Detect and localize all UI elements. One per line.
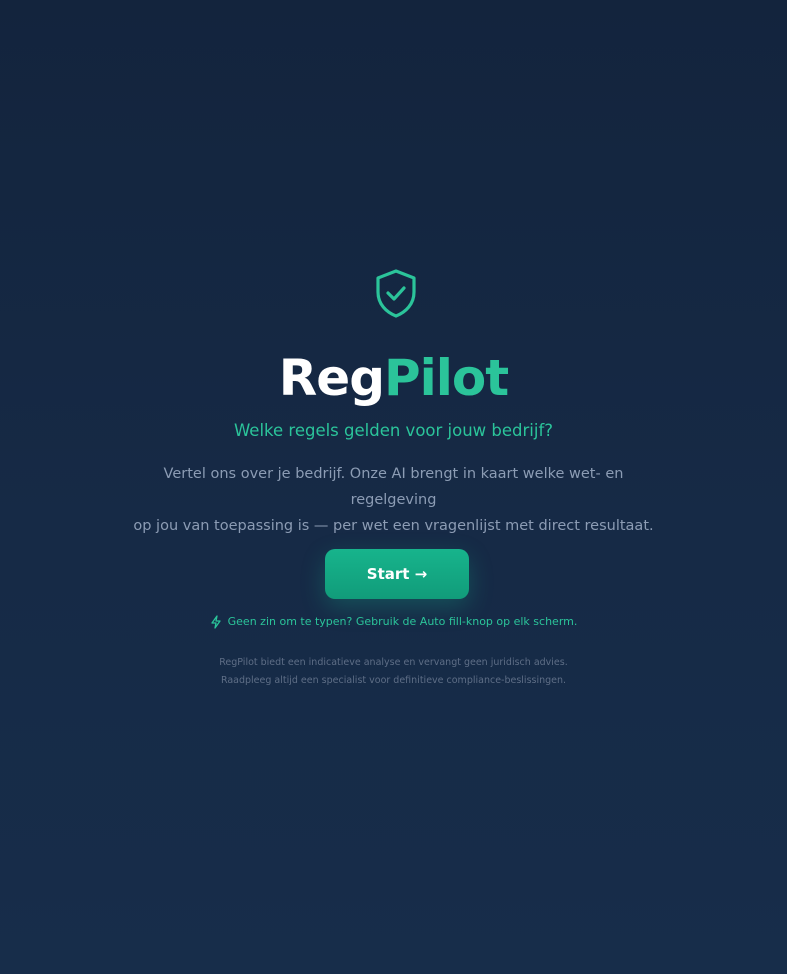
disclaimer: RegPilot biedt een indicatieve analyse e… bbox=[0, 654, 787, 690]
description-line-1: Vertel ons over je bedrijf. Onze AI bren… bbox=[163, 466, 624, 508]
tagline: Welke regels gelden voor jouw bedrijf? bbox=[233, 421, 554, 440]
autofill-hint: Geen zin om te typen? Gebruik de Auto fi… bbox=[0, 613, 787, 631]
brand-name-part2: Pilot bbox=[384, 349, 509, 407]
description: Vertel ons over je bedrijf. Onze AI bren… bbox=[128, 461, 659, 539]
disclaimer-line-2: Raadpleeg altijd een specialist voor def… bbox=[220, 675, 567, 686]
description-line-2: op jou van toepassing is — per wet een v… bbox=[133, 518, 654, 534]
brand-title: RegPilot bbox=[0, 346, 787, 410]
shield-check-icon bbox=[373, 268, 419, 320]
autofill-hint-text: Geen zin om te typen? Gebruik de Auto fi… bbox=[227, 615, 578, 628]
lightning-icon bbox=[210, 615, 222, 629]
brand-name-part1: Reg bbox=[278, 349, 385, 407]
start-button[interactable]: Start → bbox=[325, 549, 469, 599]
landing-hero: RegPilot Welke regels gelden voor jouw b… bbox=[0, 0, 787, 974]
disclaimer-line-1: RegPilot biedt een indicatieve analyse e… bbox=[219, 657, 568, 668]
